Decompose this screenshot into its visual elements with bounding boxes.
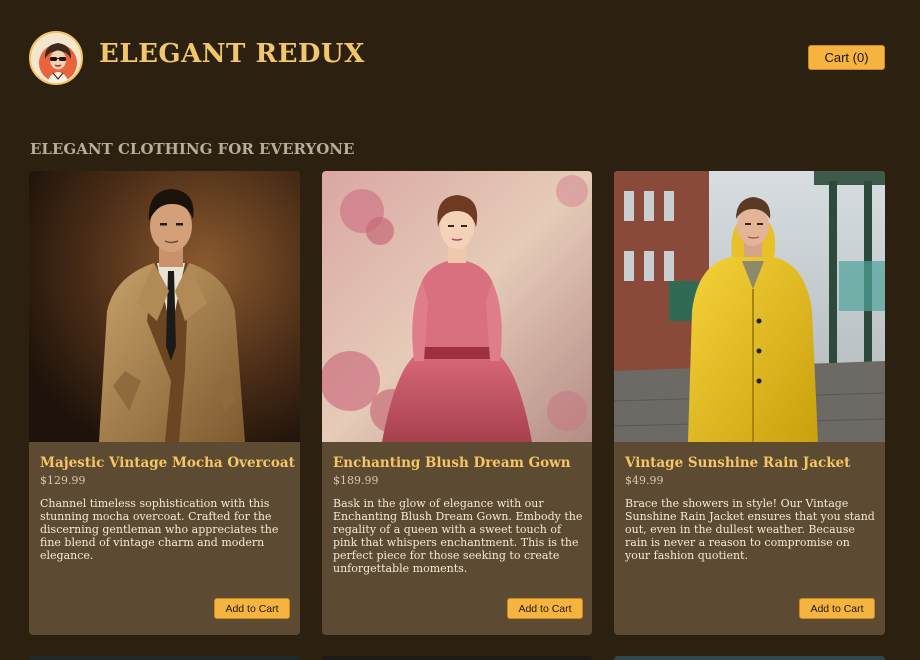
next-product-card	[322, 656, 592, 660]
add-to-cart-button[interactable]: Add to Cart	[799, 598, 875, 619]
next-product-card	[614, 656, 885, 660]
product-card: Enchanting Blush Dream Gown $189.99 Bask…	[322, 171, 592, 635]
product-description: Channel timeless sophistication with thi…	[40, 497, 279, 562]
product-name[interactable]: Majestic Vintage Mocha Overcoat	[40, 455, 295, 471]
product-card: Majestic Vintage Mocha Overcoat $129.99 …	[29, 171, 300, 635]
product-name[interactable]: Enchanting Blush Dream Gown	[333, 455, 571, 471]
add-to-cart-button[interactable]: Add to Cart	[507, 598, 583, 619]
cart-button[interactable]: Cart (0)	[808, 45, 885, 70]
product-image[interactable]	[614, 171, 885, 442]
product-card: Vintage Sunshine Rain Jacket $49.99 Brac…	[614, 171, 885, 635]
product-description: Bask in the glow of elegance with our En…	[333, 497, 583, 575]
product-price: $189.99	[333, 474, 379, 487]
product-description: Brace the showers in style! Our Vintage …	[625, 497, 875, 562]
product-price: $129.99	[40, 474, 86, 487]
add-to-cart-button[interactable]: Add to Cart	[214, 598, 290, 619]
product-price: $49.99	[625, 474, 664, 487]
brand-name[interactable]: ELEGANT REDUX	[99, 39, 365, 69]
vintage-woman-icon	[31, 33, 81, 83]
brand-logo[interactable]	[29, 31, 83, 85]
product-image[interactable]	[29, 171, 300, 442]
section-title: ELEGANT CLOTHING FOR EVERYONE	[30, 140, 355, 158]
site-header: ELEGANT REDUX Cart (0)	[0, 0, 920, 116]
product-name[interactable]: Vintage Sunshine Rain Jacket	[625, 455, 850, 471]
next-product-card	[29, 656, 300, 660]
product-image[interactable]	[322, 171, 592, 442]
